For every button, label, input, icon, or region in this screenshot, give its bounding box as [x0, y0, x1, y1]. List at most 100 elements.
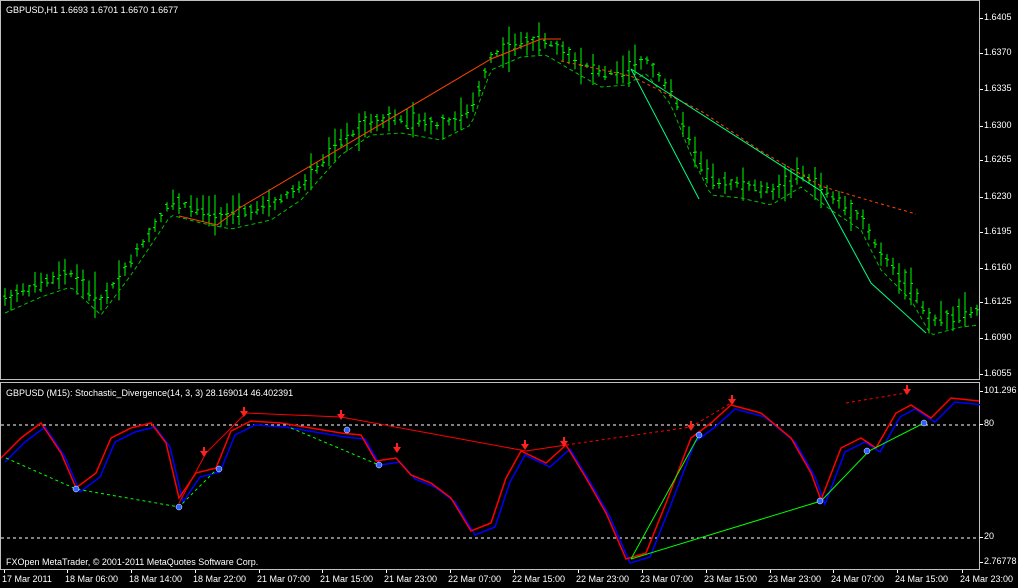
ohlc-bar	[921, 300, 925, 315]
price-chart-panel[interactable]: GBPUSD,H1 1.6693 1.6701 1.6670 1.6677	[0, 0, 980, 380]
time-label: 22 Mar 23:00	[576, 574, 630, 584]
ohlc-bar	[39, 272, 43, 293]
bull-divergence-1	[5, 457, 220, 508]
ohlc-bar	[81, 269, 85, 299]
indicator-tick	[980, 424, 983, 425]
ohlc-bar	[261, 196, 265, 215]
buy-arrow-icon	[695, 431, 703, 439]
indicator-header: GBPUSD (M15): Stochastic_Divergence(14, …	[6, 388, 294, 398]
ohlc-bar	[405, 109, 409, 130]
ohlc-bar	[255, 201, 259, 215]
indicator-panel[interactable]: GBPUSD (M15): Stochastic_Divergence(14, …	[0, 382, 981, 570]
ohlc-bar	[249, 204, 253, 221]
stochastic-signal-line	[1, 397, 980, 560]
ohlc-bar	[513, 33, 517, 56]
ohlc-bar	[567, 46, 571, 65]
time-label: 24 Mar 23:00	[960, 574, 1014, 584]
ohlc-bar	[297, 181, 301, 193]
time-label: 18 Mar 14:00	[129, 574, 183, 584]
buy-arrow-icon	[215, 465, 223, 473]
buy-arrow-icon	[920, 419, 928, 427]
ohlc-bar	[219, 207, 223, 227]
time-tick	[131, 570, 132, 573]
ohlc-bar	[765, 182, 769, 194]
ohlc-bar	[351, 129, 355, 138]
price-label: 1.6370	[984, 47, 1012, 57]
price-label: 1.6300	[984, 120, 1012, 130]
ohlc-bar	[333, 128, 337, 163]
ohlc-bar	[873, 239, 877, 248]
ohlc-bar	[867, 223, 871, 240]
ohlc-bar	[945, 309, 949, 330]
ohlc-bar	[171, 189, 175, 210]
ohlc-bar	[675, 99, 679, 111]
time-label: 22 Mar 15:00	[512, 574, 566, 584]
buy-arrow-icon	[72, 485, 80, 493]
ohlc-bar	[105, 282, 109, 304]
ohlc-bar	[111, 282, 115, 289]
time-tick	[322, 570, 323, 573]
ohlc-bar	[45, 274, 49, 287]
time-label: 21 Mar 07:00	[257, 574, 311, 584]
ohlc-bar	[531, 36, 535, 51]
ohlc-bar	[603, 65, 607, 81]
ohlc-bar	[843, 195, 847, 216]
sell-arrow-icon	[240, 407, 248, 417]
ohlc-bar	[279, 194, 283, 204]
ohlc-bar	[309, 153, 313, 191]
ohlc-bar	[885, 254, 889, 267]
time-tick	[259, 570, 260, 573]
indicator-level-label: 20	[984, 531, 995, 541]
price-label: 1.6090	[984, 332, 1012, 342]
time-label: 24 Mar 07:00	[831, 574, 885, 584]
ohlc-bar	[549, 40, 553, 47]
time-label: 18 Mar 22:00	[193, 574, 247, 584]
buy-arrow-icon	[816, 497, 824, 505]
sell-arrow-icon	[903, 385, 911, 395]
ohlc-bar	[813, 166, 817, 201]
indicator-level-label: 2.76778	[984, 556, 1017, 566]
divergence-line-bearish	[178, 38, 561, 226]
ohlc-bar	[375, 114, 379, 132]
ohlc-bar	[687, 126, 691, 145]
ohlc-bar	[951, 306, 955, 332]
divergence-line-2	[630, 68, 927, 334]
price-tick	[980, 374, 983, 375]
sell-arrow-icon	[337, 410, 345, 420]
time-label: 17 Mar 2011	[2, 574, 52, 584]
price-tick	[980, 89, 983, 90]
ohlc-bar	[555, 40, 559, 55]
time-tick	[195, 570, 196, 573]
ohlc-bar	[117, 260, 121, 301]
ohlc-bar	[153, 218, 157, 232]
ohlc-bar	[651, 62, 655, 78]
ohlc-bar	[3, 288, 7, 306]
price-tick	[980, 232, 983, 233]
ohlc-bar	[465, 104, 469, 119]
ohlc-bar	[69, 270, 73, 278]
indicator-chart-svg	[1, 385, 981, 564]
ohlc-bar	[933, 314, 937, 327]
buy-arrow-icon	[863, 447, 871, 455]
ohlc-bar	[501, 37, 505, 68]
ohlc-bar	[861, 209, 865, 230]
ohlc-bar	[147, 227, 151, 243]
ohlc-bar	[621, 55, 625, 84]
ohlc-bar	[21, 283, 25, 296]
ohlc-bar	[381, 114, 385, 129]
time-tick	[706, 570, 707, 573]
time-tick	[962, 570, 963, 573]
ohlc-bar	[729, 179, 733, 191]
ohlc-bar	[579, 47, 583, 85]
ohlc-bar	[969, 306, 973, 319]
price-tick	[980, 302, 983, 303]
ohlc-bar	[225, 203, 229, 226]
ohlc-bar	[177, 193, 181, 214]
sell-arrow-icon	[200, 447, 208, 457]
sell-arrow-icon	[393, 443, 401, 453]
price-label: 1.6125	[984, 296, 1012, 306]
ohlc-bar	[759, 181, 763, 199]
ohlc-bar	[33, 272, 37, 293]
ohlc-bar	[597, 65, 601, 77]
ohlc-bar	[783, 164, 787, 202]
